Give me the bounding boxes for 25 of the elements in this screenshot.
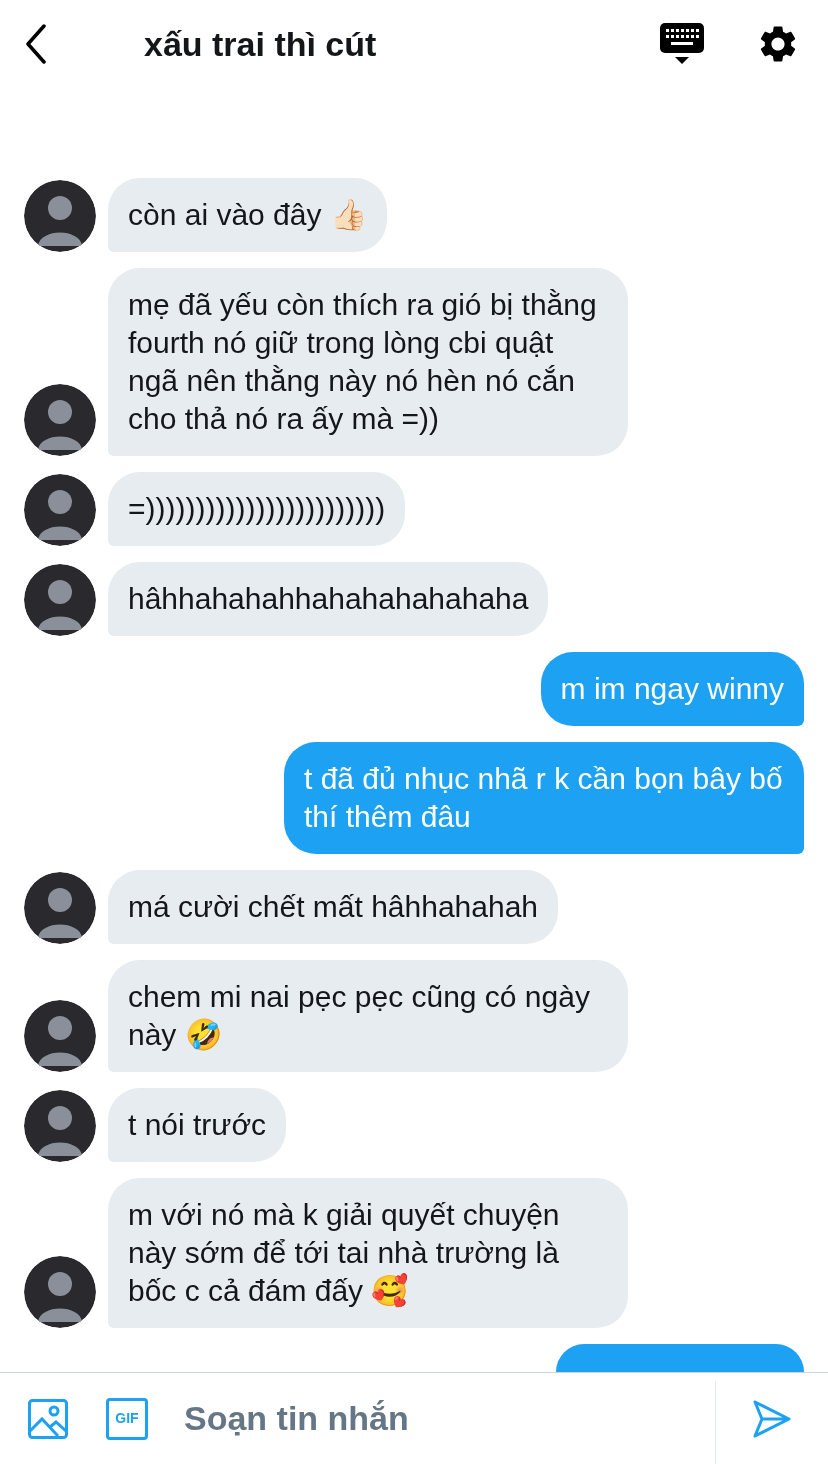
avatar[interactable] — [24, 1090, 96, 1162]
gif-button[interactable]: GIF — [106, 1397, 148, 1440]
message-bubble: còn ai vào đây 👍🏻 — [108, 178, 387, 252]
avatar[interactable] — [24, 872, 96, 944]
image-icon[interactable] — [28, 1398, 68, 1439]
back-icon[interactable] — [24, 24, 48, 64]
send-icon[interactable] — [752, 1398, 792, 1439]
message-bubble: t nói trước — [108, 1088, 287, 1162]
message-bubble: t đã đủ nhục nhã r k cần bọn bây bố thí thêm đâu — [284, 742, 804, 854]
message-bubble: chem mi nai pẹc pẹc cũng có ngày này 🤣 — [108, 960, 628, 1072]
avatar[interactable] — [24, 384, 96, 456]
avatar[interactable] — [24, 564, 96, 636]
keyboard-icon[interactable] — [660, 23, 704, 65]
message-bubble: m im ngay winny — [540, 652, 804, 726]
avatar[interactable] — [24, 180, 96, 252]
avatar[interactable] — [24, 474, 96, 546]
avatar[interactable] — [24, 1256, 96, 1328]
message-bubble: hâhhahahahhahahahahahaha — [108, 562, 549, 636]
message-bubble: =)))))))))))))))))))))))) — [108, 472, 406, 546]
message-bubble: m với nó mà k giải quyết chuyện này sớm để tới tai nhà trường là bốc c cả đám đấy 🥰 — [108, 1178, 628, 1328]
avatar[interactable] — [24, 1000, 96, 1072]
message-input[interactable]: Soạn tin nhắn — [184, 1393, 715, 1444]
message-bubble: mẹ đã yếu còn thích ra gió bị thằng fourth nó giữ trong lòng cbi quật ngã nên thằng này nó hèn nó cắn cho thả nó ra ấy mà =)) — [108, 268, 628, 456]
message-bubble: má cười chết mất hâhhahahah — [108, 870, 558, 944]
chat-title: xấu trai thì cút — [144, 23, 377, 65]
